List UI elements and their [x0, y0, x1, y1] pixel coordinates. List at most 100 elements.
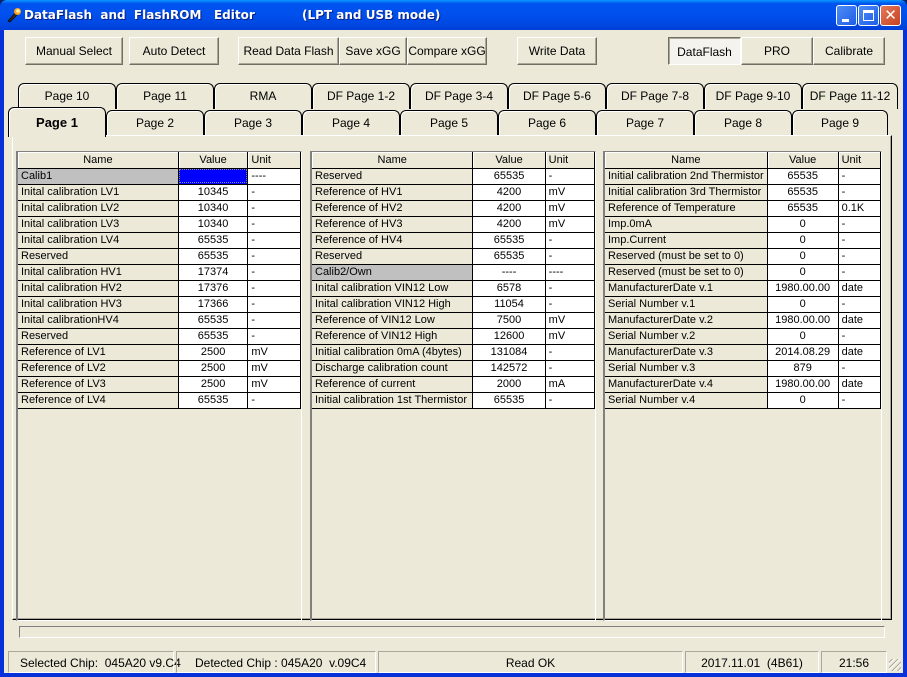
row-value-cell[interactable]: 65535	[472, 168, 546, 185]
save-xgg-button[interactable]: Save xGG	[339, 37, 407, 65]
row-value-cell[interactable]: 12600	[472, 328, 546, 345]
row-value-cell[interactable]: 2014.08.29	[767, 344, 839, 361]
row-name-cell[interactable]: Inital calibration LV1	[18, 184, 179, 201]
row-value-cell[interactable]: 10345	[178, 184, 249, 201]
row-name-cell[interactable]: Inital calibration VIN12 Low	[312, 280, 474, 297]
column-header-value[interactable]: Value	[178, 152, 249, 169]
tab-df-page-9-10[interactable]: DF Page 9-10	[704, 83, 802, 109]
row-value-cell[interactable]: 2500	[178, 344, 249, 361]
row-unit-cell[interactable]: -	[838, 328, 882, 345]
row-name-cell[interactable]: Inital calibration LV3	[18, 216, 179, 233]
tab-page-6[interactable]: Page 6	[498, 110, 596, 136]
row-name-cell[interactable]: Reference of current	[312, 376, 474, 393]
row-value-cell[interactable]: 2000	[472, 376, 546, 393]
row-value-cell[interactable]: 65535	[767, 168, 839, 185]
row-value-cell[interactable]: 65535	[178, 328, 249, 345]
row-unit-cell[interactable]: -	[545, 280, 596, 297]
table-row[interactable]: Reserved (must be set to 0) 0-	[605, 264, 882, 281]
row-value-cell[interactable]: 17376	[178, 280, 249, 297]
row-unit-cell[interactable]: -	[247, 328, 301, 345]
row-unit-cell[interactable]: -	[247, 200, 301, 217]
table-row[interactable]: Initial calibration 2nd Thermistor 65535-	[605, 168, 882, 185]
row-name-cell[interactable]: Inital calibration LV4	[18, 232, 179, 249]
table-row[interactable]: Reference of VIN12 Low 7500 mV	[312, 312, 596, 329]
row-unit-cell[interactable]: -	[838, 248, 882, 265]
row-name-cell[interactable]: ManufacturerDate v.2	[605, 312, 768, 329]
table-row[interactable]: Inital calibration LV2 10340-	[18, 200, 301, 217]
row-name-cell[interactable]: Initial calibration 0mA (4bytes)	[312, 344, 474, 361]
row-value-cell[interactable]: 4200	[472, 216, 546, 233]
table-row[interactable]: Reference of HV1 4200 mV	[312, 184, 596, 201]
row-name-cell[interactable]: Discharge calibration count	[312, 360, 474, 377]
row-name-cell[interactable]: Reference of LV2	[18, 360, 179, 377]
tab-page-11[interactable]: Page 11	[116, 83, 214, 109]
table-row[interactable]: Inital calibrationHV4 65535-	[18, 312, 301, 329]
row-value-cell[interactable]: 0	[767, 232, 839, 249]
row-unit-cell[interactable]: -	[247, 184, 301, 201]
row-unit-cell[interactable]: date	[838, 376, 882, 393]
table-row[interactable]: Reference of LV3 2500 mV	[18, 376, 301, 393]
row-name-cell[interactable]: Reference of LV4	[18, 392, 179, 409]
row-unit-cell[interactable]: ----	[247, 168, 301, 185]
row-value-cell[interactable]: 0	[767, 216, 839, 233]
table-row[interactable]: Reference of LV2 2500 mV	[18, 360, 301, 377]
row-unit-cell[interactable]: mA	[545, 376, 596, 393]
row-name-cell[interactable]: Inital calibration HV2	[18, 280, 179, 297]
tab-df-page-1-2[interactable]: DF Page 1-2	[312, 83, 410, 109]
table-row[interactable]: Reference of VIN12 High 12600 mV	[312, 328, 596, 345]
row-name-cell[interactable]: Reference of VIN12 Low	[312, 312, 474, 329]
row-unit-cell[interactable]: -	[247, 280, 301, 297]
row-name-cell[interactable]: Serial Number v.1	[605, 296, 768, 313]
row-unit-cell[interactable]: -	[838, 264, 882, 281]
table-row[interactable]: Reference of HV2 4200 mV	[312, 200, 596, 217]
column-header-unit[interactable]: Unit	[545, 152, 596, 169]
tab-page-9[interactable]: Page 9	[792, 110, 888, 136]
row-unit-cell[interactable]: -	[247, 232, 301, 249]
row-name-cell[interactable]: Reserved (must be set to 0)	[605, 264, 768, 281]
minimize-button[interactable]	[836, 5, 857, 26]
row-unit-cell[interactable]: -	[247, 216, 301, 233]
tab-page-5[interactable]: Page 5	[400, 110, 498, 136]
row-unit-cell[interactable]: -	[545, 392, 596, 409]
tab-df-page-7-8[interactable]: DF Page 7-8	[606, 83, 704, 109]
table-row[interactable]: Reference of HV4 65535-	[312, 232, 596, 249]
row-unit-cell[interactable]: -	[247, 296, 301, 313]
row-value-cell[interactable]: 0	[767, 248, 839, 265]
row-value-cell[interactable]: 1980.00.00	[767, 280, 839, 297]
table-row[interactable]: Calib2/Own ---- ----	[312, 264, 596, 281]
row-value-cell[interactable]: 10340	[178, 216, 249, 233]
table-row[interactable]: Reserved (must be set to 0) 0-	[605, 248, 882, 265]
row-unit-cell[interactable]: -	[838, 216, 882, 233]
row-name-cell[interactable]: Reference of HV4	[312, 232, 474, 249]
row-unit-cell[interactable]: -	[545, 232, 596, 249]
row-unit-cell[interactable]: -	[838, 184, 882, 201]
table-row[interactable]: Discharge calibration count 142572-	[312, 360, 596, 377]
row-unit-cell[interactable]: mV	[545, 216, 596, 233]
read-data-flash-button[interactable]: Read Data Flash	[238, 37, 339, 65]
row-value-cell[interactable]: ----	[178, 168, 249, 185]
row-name-cell[interactable]: Reference of LV3	[18, 376, 179, 393]
row-value-cell[interactable]: 65535	[178, 392, 249, 409]
row-unit-cell[interactable]: date	[838, 280, 882, 297]
table-row[interactable]: ManufacturerDate v.2 1980.00.00 date	[605, 312, 882, 329]
row-name-cell[interactable]: Reserved	[18, 328, 179, 345]
row-name-cell[interactable]: Inital calibration HV3	[18, 296, 179, 313]
calibrate-mode-button[interactable]: Calibrate	[813, 37, 885, 65]
row-value-cell[interactable]: 17374	[178, 264, 249, 281]
row-unit-cell[interactable]: -	[247, 312, 301, 329]
column-header-unit[interactable]: Unit	[247, 152, 301, 169]
row-unit-cell[interactable]: -	[247, 392, 301, 409]
tab-page-10[interactable]: Page 10	[18, 83, 116, 109]
row-value-cell[interactable]: 2500	[178, 376, 249, 393]
row-name-cell[interactable]: Reference of Temperature	[605, 200, 768, 217]
table-row[interactable]: Calib1 ---- ----	[18, 168, 301, 185]
table-row[interactable]: Reference of Temperature 65535 0.1K	[605, 200, 882, 217]
row-value-cell[interactable]: 1980.00.00	[767, 312, 839, 329]
row-unit-cell[interactable]: -	[545, 344, 596, 361]
row-name-cell[interactable]: Reserved	[312, 168, 474, 185]
row-unit-cell[interactable]: mV	[247, 344, 301, 361]
row-name-cell[interactable]: ManufacturerDate v.1	[605, 280, 768, 297]
row-name-cell[interactable]: ManufacturerDate v.4	[605, 376, 768, 393]
tab-page-8[interactable]: Page 8	[694, 110, 792, 136]
data-grid-2[interactable]: Name Value Unit Reserved 65535- Reference …	[310, 151, 596, 621]
